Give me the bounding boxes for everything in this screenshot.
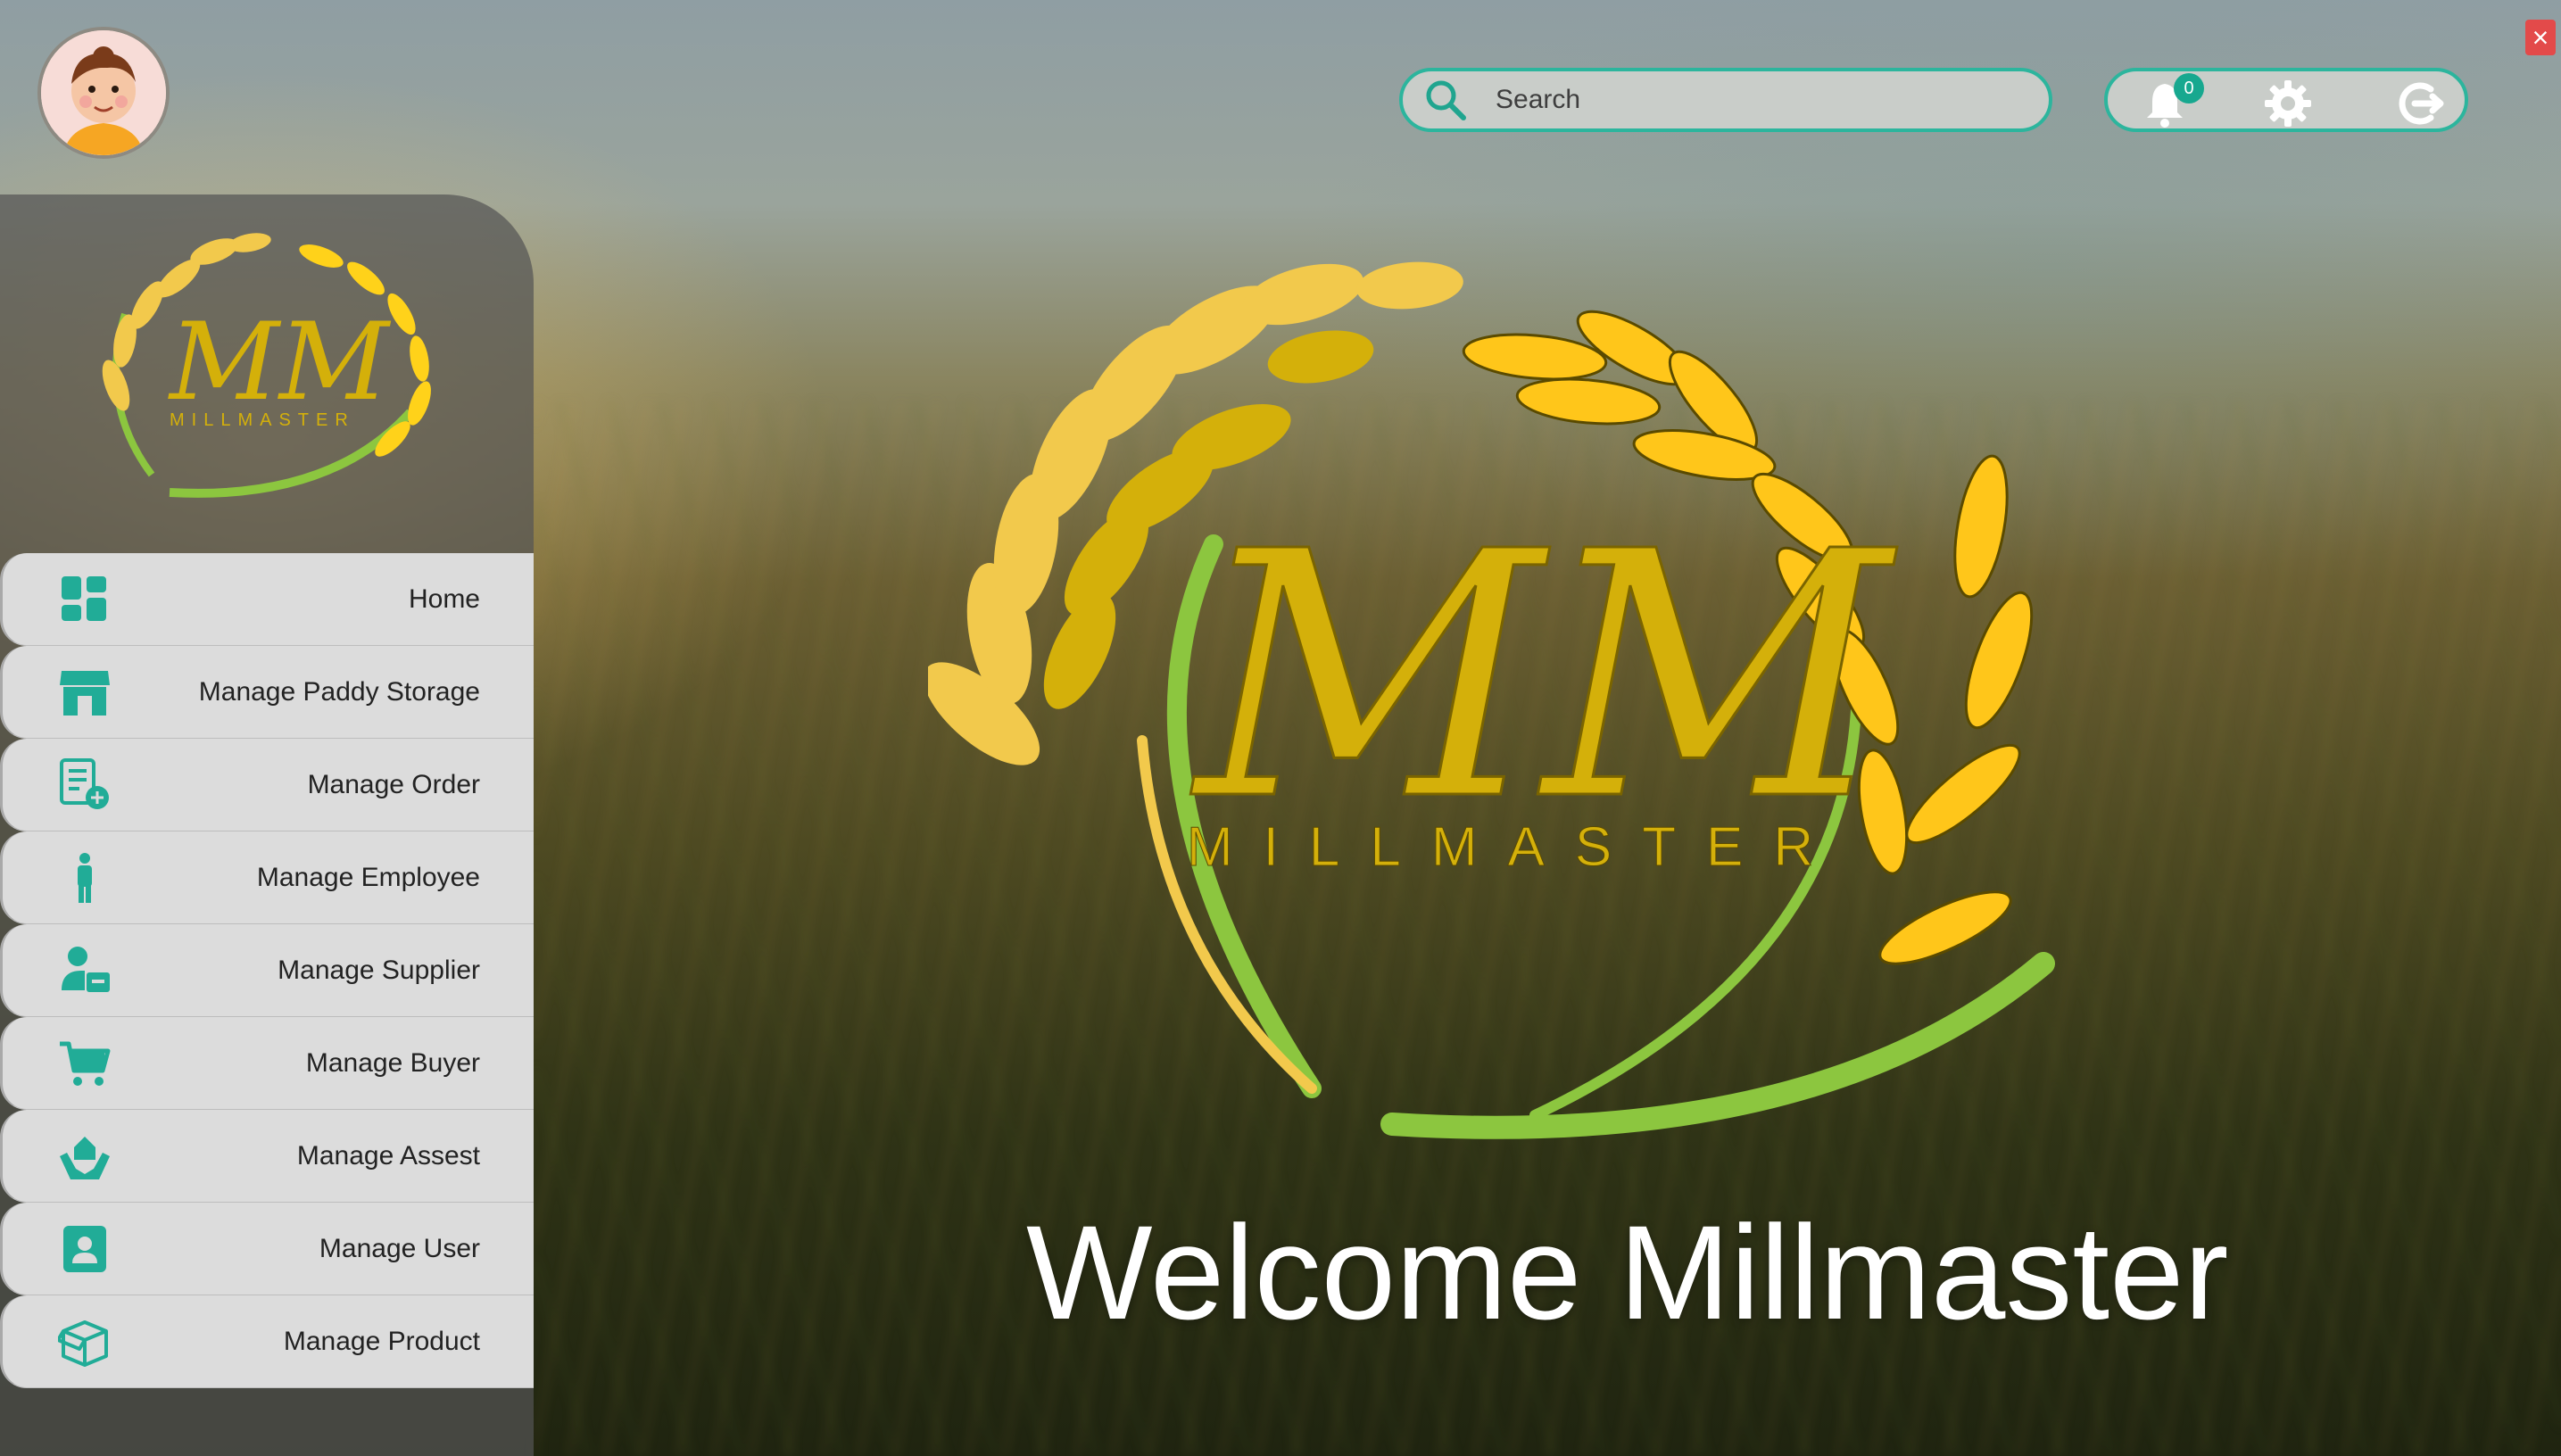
sidebar-item-label: Home (408, 584, 480, 614)
search-input[interactable] (1494, 84, 1997, 116)
user-avatar[interactable] (37, 27, 170, 159)
sidebar-item-user[interactable]: Manage User (0, 1203, 534, 1295)
sidebar-item-paddy-storage[interactable]: Manage Paddy Storage (0, 646, 534, 739)
person-standing-icon (78, 853, 92, 903)
sidebar-item-label: Manage Product (283, 1327, 480, 1356)
sidebar-item-supplier[interactable]: Manage Supplier (0, 924, 534, 1017)
storefront-icon (60, 671, 110, 716)
dashboard-grid-icon (62, 576, 106, 621)
header-toolbar: 0 (2104, 68, 2468, 132)
notification-count-badge: 0 (2174, 73, 2204, 103)
order-add-icon (60, 758, 109, 809)
sidebar-item-employee[interactable]: Manage Employee (0, 831, 534, 924)
supplier-card-icon (62, 947, 110, 992)
user-badge-icon (63, 1226, 106, 1272)
sidebar-item-buyer[interactable]: Manage Buyer (0, 1017, 534, 1110)
box-icon (58, 1320, 108, 1367)
svg-text:MILLMASTER: MILLMASTER (1187, 816, 1844, 878)
window-close-button[interactable]: × (2525, 20, 2556, 55)
hand-holding-house-icon (60, 1137, 110, 1179)
svg-text:MM: MM (168, 301, 392, 425)
sidebar-item-order[interactable]: Manage Order (0, 739, 534, 831)
sidebar: MM MILLMASTER Home Manage Paddy Storage (0, 194, 534, 1456)
settings-button[interactable] (2261, 77, 2315, 130)
sidebar-item-label: Manage Buyer (305, 1048, 480, 1078)
sidebar-item-asset[interactable]: Manage Assest (0, 1110, 534, 1203)
sidebar-item-label: Manage User (319, 1234, 480, 1263)
sidebar-item-product[interactable]: Manage Product (0, 1295, 534, 1388)
sidebar-item-label: Manage Paddy Storage (198, 677, 480, 707)
millmaster-logo-large: MM MILLMASTER (928, 261, 2055, 1139)
shopping-cart-icon (60, 1041, 111, 1086)
millmaster-logo-small: MM MILLMASTER (102, 233, 431, 498)
sidebar-item-label: Manage Supplier (278, 956, 480, 985)
sidebar-item-label: Manage Assest (296, 1141, 480, 1171)
sidebar-item-home[interactable]: Home (0, 553, 534, 646)
welcome-heading: Welcome Millmaster (1026, 1197, 2229, 1347)
sidebar-menu: Home Manage Paddy Storage Manage Order M… (0, 553, 534, 1388)
gear-icon (2265, 80, 2311, 127)
sidebar-item-label: Manage Order (307, 770, 480, 799)
sidebar-item-label: Manage Employee (256, 863, 480, 892)
svg-text:MM: MM (1190, 479, 1898, 874)
svg-text:MILLMASTER: MILLMASTER (170, 410, 355, 430)
notifications-button[interactable]: 0 (2138, 73, 2204, 130)
close-icon: × (2532, 21, 2549, 54)
logout-icon (2399, 82, 2444, 125)
logout-button[interactable] (2393, 77, 2447, 130)
search-bar[interactable] (1399, 68, 2052, 132)
search-icon (1426, 80, 1466, 120)
